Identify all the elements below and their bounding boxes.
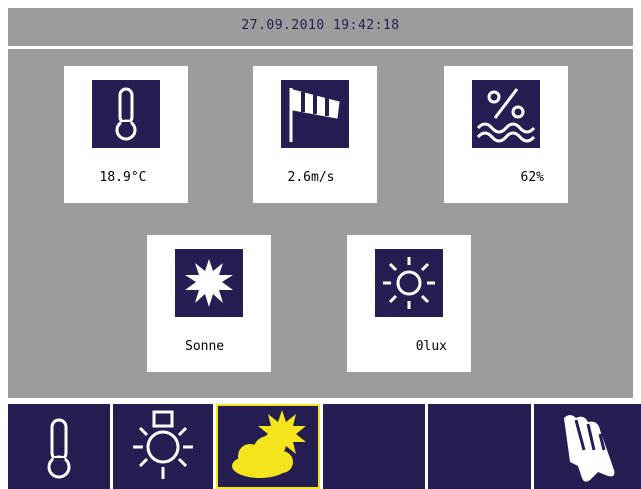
temperature-tile[interactable]: 18.9°C: [64, 66, 188, 203]
tab-empty-1[interactable]: [323, 404, 425, 489]
light-bulb-icon: [133, 410, 193, 479]
thermometer-icon: [115, 87, 137, 141]
tab-temperature[interactable]: [8, 404, 110, 489]
illuminance-value: 0lux: [415, 339, 447, 354]
wind-tile[interactable]: 2.6m/s: [253, 66, 377, 203]
status-header: 27.09.2010 19:42:18: [8, 8, 633, 46]
wind-speed-value: 2.6m/s: [287, 170, 335, 185]
illuminance-icon-box: [375, 249, 443, 317]
sun-state-value: Sonne: [185, 339, 225, 354]
temperature-value: 18.9°C: [99, 170, 147, 185]
wind-icon-box: [281, 80, 349, 148]
humidity-value: 62%: [520, 170, 544, 185]
tab-cleaning[interactable]: [534, 404, 641, 489]
humidity-icon-box: [472, 80, 540, 148]
datetime-display: 27.09.2010 19:42:18: [241, 18, 400, 33]
temperature-icon-box: [92, 80, 160, 148]
bottom-tab-bar: [8, 404, 641, 489]
humidity-icon: [476, 88, 536, 143]
tab-weather[interactable]: [216, 404, 320, 489]
windsock-icon: [289, 88, 340, 142]
sun-cloud-icon: [232, 410, 306, 478]
weather-screen: 27.09.2010 19:42:18 18.9°C 2.6m/s 62% So…: [0, 0, 641, 489]
sensor-panel: 18.9°C 2.6m/s 62% Sonne 0lux: [8, 49, 633, 398]
tab-lighting[interactable]: [113, 404, 213, 489]
sun-outline-icon: [383, 257, 435, 309]
illuminance-tile[interactable]: 0lux: [347, 235, 471, 372]
sun-state-tile[interactable]: Sonne: [147, 235, 271, 372]
tab-empty-2[interactable]: [428, 404, 531, 489]
thermometer-icon: [47, 418, 71, 479]
humidity-tile[interactable]: 62%: [444, 66, 568, 203]
sun-burst-icon: [185, 259, 233, 307]
sun-state-icon-box: [175, 249, 243, 317]
cleaning-cloth-icon: [564, 415, 615, 482]
